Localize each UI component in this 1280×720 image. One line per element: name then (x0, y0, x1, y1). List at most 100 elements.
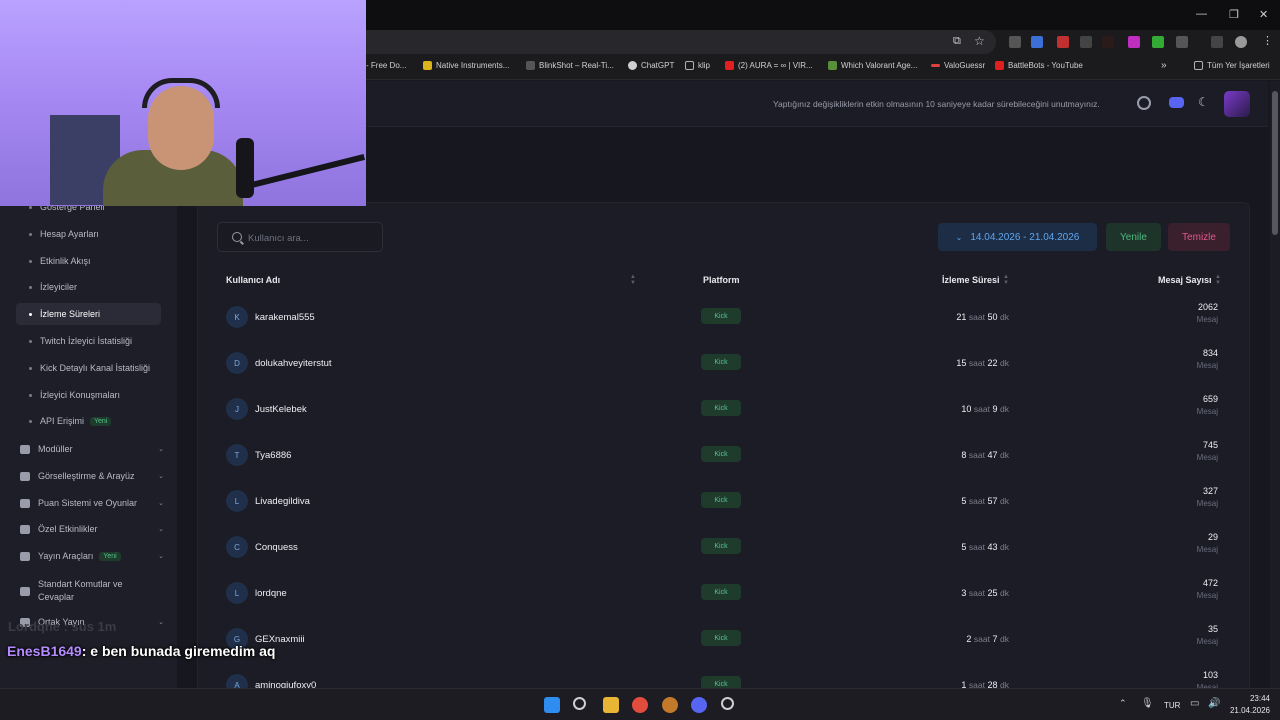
kick-extension-icon[interactable] (1152, 36, 1164, 48)
user-avatar: A (226, 674, 248, 688)
profile-avatar-icon[interactable] (1235, 36, 1247, 48)
table-row[interactable]: L lordqne Kick 3 saat 25 dk 472 Mesaj (217, 574, 1231, 620)
sidebar-group-modules[interactable]: Modüller ⌄ (16, 444, 164, 454)
sidebar-item-kick-stats[interactable]: Kick Detaylı Kanal İstatisliği (16, 357, 161, 379)
bookmark-item[interactable]: (2) AURA = ∞ | VIR... (725, 61, 813, 70)
sidebar-group-special-events[interactable]: Özel Etkinlikler ⌄ (16, 524, 164, 534)
table-row[interactable]: J JustKelebek Kick 10 saat 9 dk 659 Mesaj (217, 390, 1231, 436)
hls-extension-icon[interactable] (1102, 36, 1114, 48)
message-count: 103 Mesaj (1196, 670, 1218, 688)
bookmark-folder[interactable]: klip (685, 61, 710, 70)
sort-icon[interactable]: ▲ ▼ (630, 274, 636, 286)
microphone-icon[interactable]: 🎙 (1141, 698, 1154, 709)
sidebar-item-account-settings[interactable]: Hesap Ayarları (16, 223, 161, 245)
search-icon (232, 232, 242, 242)
discord-icon[interactable] (691, 697, 707, 713)
microphone-stand (236, 138, 254, 198)
tray-chevron-up-icon[interactable]: ⌃ (1119, 698, 1127, 709)
sidebar-item-viewers[interactable]: İzleyiciler (16, 276, 161, 298)
sidebar-group-visuals[interactable]: Görselleştirme & Arayüz ⌄ (16, 471, 164, 481)
clock-time[interactable]: 23:44 (1230, 694, 1270, 703)
restore-icon[interactable]: ❐ (1229, 8, 1239, 21)
column-header-username[interactable]: Kullanıcı Adı (226, 275, 280, 285)
bookmark-favicon-icon (423, 61, 432, 70)
sidebar-group-points[interactable]: Puan Sistemi ve Oyunlar ⌄ (16, 498, 164, 508)
column-header-platform: Platform (703, 275, 740, 285)
sidebar-item-api-access[interactable]: API Erişimi Yeni (16, 410, 161, 432)
sidebar-item-twitch-stats[interactable]: Twitch İzleyici İstatisliği (16, 330, 161, 352)
app-icon[interactable] (721, 697, 734, 710)
table-row[interactable]: A aminogiufoxy0 Kick 1 saat 28 dk 103 Mes… (217, 666, 1231, 688)
puzzle-icon[interactable] (1176, 36, 1188, 48)
close-icon[interactable]: ✕ (1259, 8, 1268, 21)
calendar-icon (20, 524, 30, 534)
watch-duration: 10 saat 9 dk (961, 404, 1009, 414)
table-row[interactable]: T Tya6886 Kick 8 saat 47 dk 745 Mesaj (217, 436, 1231, 482)
watch-duration: 5 saat 57 dk (961, 496, 1009, 506)
volume-icon[interactable]: 🔊 (1208, 698, 1220, 709)
windows-start-icon[interactable] (544, 697, 560, 713)
bookmark-item[interactable]: ValoGuessr (931, 61, 985, 70)
faded-chat-line: Lordqne : sus 1m (8, 619, 117, 634)
cast-icon[interactable]: ⧉ (953, 35, 961, 48)
column-header-message-count[interactable]: Mesaj Sayısı (1158, 275, 1212, 285)
network-icon[interactable]: ▭ (1190, 698, 1199, 709)
platform-badge: Kick (701, 446, 741, 462)
file-explorer-icon[interactable] (603, 697, 619, 713)
column-header-watch-time[interactable]: İzleme Süresi (942, 275, 1000, 285)
sidebar-item-watch-times[interactable]: İzleme Süreleri (16, 303, 161, 325)
bookmark-item[interactable]: - Free Do... (366, 61, 406, 70)
message-count: 327 Mesaj (1196, 486, 1218, 508)
message-count: 659 Mesaj (1196, 394, 1218, 416)
table-row[interactable]: C Conquess Kick 5 saat 43 dk 29 Mesaj (217, 528, 1231, 574)
username: Livadegildiva (255, 496, 310, 507)
extension-icon[interactable] (1128, 36, 1140, 48)
scrollbar-thumb[interactable] (1272, 91, 1278, 235)
message-count: 472 Mesaj (1196, 578, 1218, 600)
chevron-down-icon: ⌄ (158, 473, 164, 480)
table-row[interactable]: G GEXnaxmiii Kick 2 saat 7 dk 35 Mesaj (217, 620, 1231, 666)
all-bookmarks-button[interactable]: Tüm Yer İşaretleri (1194, 61, 1270, 70)
minimize-icon[interactable]: — (1196, 8, 1207, 20)
date-range-button[interactable]: ⌄ 14.04.2026 - 21.04.2026 (938, 223, 1097, 251)
moon-theme-icon[interactable]: ☾ (1198, 95, 1209, 109)
bookmark-item[interactable]: BattleBots - YouTube (995, 61, 1083, 70)
refresh-button[interactable]: Yenile (1106, 223, 1161, 251)
page-scrollbar[interactable] (1270, 81, 1280, 688)
table-row[interactable]: K karakemal555 Kick 21 saat 50 dk 2062 Me… (217, 298, 1231, 344)
headphones-icon (142, 78, 220, 108)
sidebar-item-viewer-chats[interactable]: İzleyici Konuşmaları (16, 384, 161, 406)
sidebar-group-stream-tools[interactable]: Yayın Araçları Yeni ⌄ (16, 551, 164, 561)
table-row[interactable]: D dolukahveyiterstut Kick 15 saat 22 dk … (217, 344, 1231, 390)
user-search-input[interactable] (248, 230, 376, 246)
app-icon[interactable] (662, 697, 678, 713)
bookmark-item[interactable]: ChatGPT (628, 61, 674, 70)
address-bar[interactable] (366, 30, 996, 54)
translate-extension-icon[interactable] (1031, 36, 1043, 48)
extension-icon[interactable] (1009, 36, 1021, 48)
sort-icon[interactable]: ▲ ▼ (1215, 274, 1221, 286)
reading-list-icon[interactable] (1211, 36, 1223, 48)
user-avatar[interactable] (1224, 91, 1250, 117)
discord-icon[interactable] (1169, 97, 1184, 108)
grid-icon (20, 444, 30, 454)
bookmark-item[interactable]: Native Instruments... (423, 61, 509, 70)
bookmark-item[interactable]: BlinkShot – Real-Ti... (526, 61, 614, 70)
table-row[interactable]: L Livadegildiva Kick 5 saat 57 dk 327 Mes… (217, 482, 1231, 528)
sort-icon[interactable]: ▲ ▼ (1003, 274, 1009, 286)
search-icon[interactable] (573, 697, 586, 710)
language-indicator[interactable]: TUR (1164, 701, 1180, 710)
clear-button[interactable]: Temizle (1168, 223, 1230, 251)
clock-date[interactable]: 21.04.2026 (1224, 706, 1270, 715)
download-extension-icon[interactable] (1080, 36, 1092, 48)
sidebar-group-commands[interactable]: Standart Komutlar ve Cevaplar (16, 578, 136, 604)
bookmarks-overflow-button[interactable]: » (1161, 60, 1167, 71)
support-headset-icon[interactable] (1137, 96, 1151, 110)
menu-kebab-icon[interactable]: ⋮ (1262, 34, 1273, 47)
bookmark-item[interactable]: Which Valorant Age... (828, 61, 917, 70)
extension-icon[interactable] (1057, 36, 1069, 48)
chrome-icon[interactable] (632, 697, 648, 713)
header-notice: Yaptığınız değişikliklerin etkin olmasın… (773, 99, 1100, 109)
bookmark-star-icon[interactable]: ☆ (974, 34, 985, 48)
sidebar-item-activity-feed[interactable]: Etkinlik Akışı (16, 250, 161, 272)
